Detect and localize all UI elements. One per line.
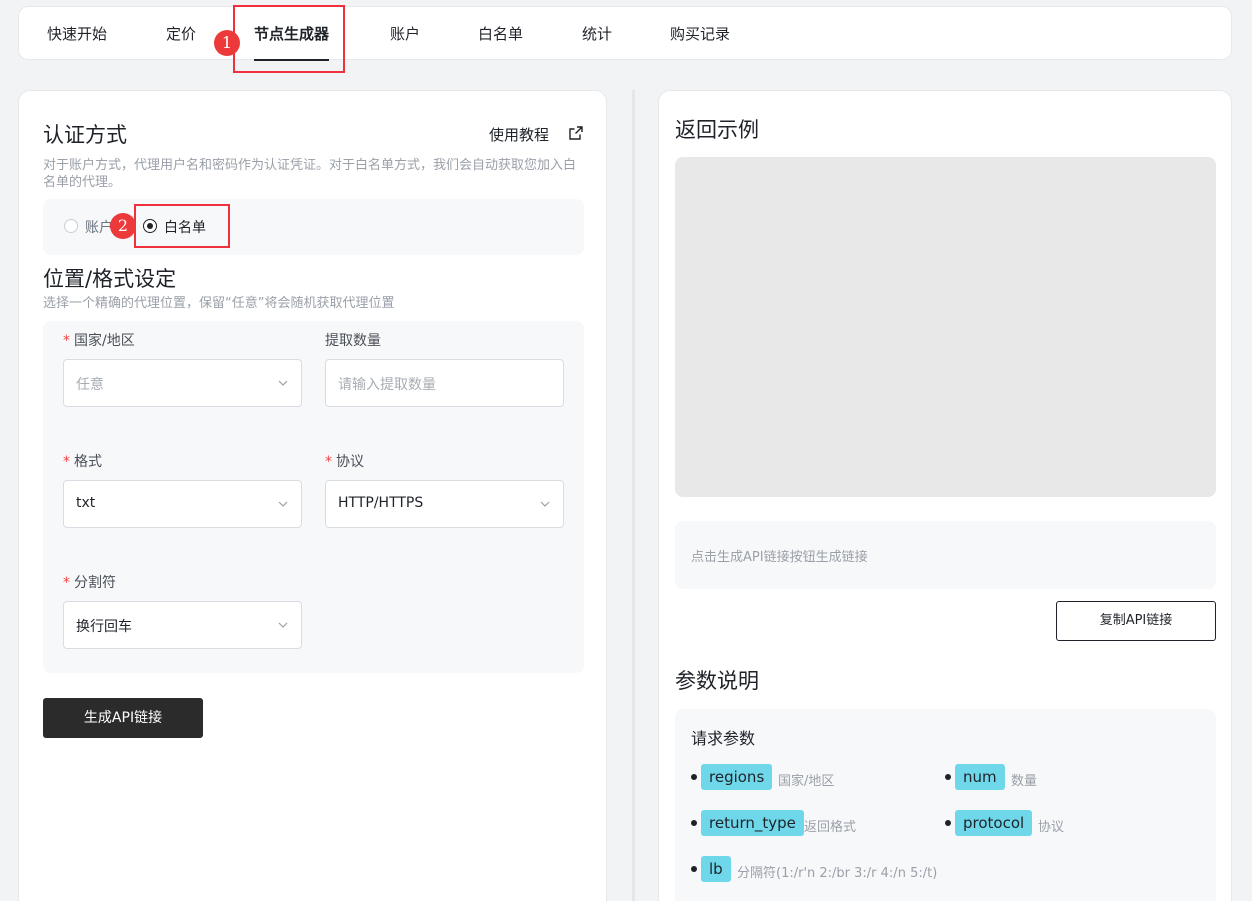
tutorial-link[interactable]: 使用教程	[489, 124, 549, 145]
tab-quick-start[interactable]: 快速开始	[47, 7, 107, 61]
column-divider[interactable]	[632, 90, 635, 901]
tab-pricing[interactable]: 定价	[166, 7, 196, 61]
param-desc: 国家/地区	[778, 774, 835, 789]
country-label-text: 国家/地区	[74, 333, 135, 349]
chevron-down-icon	[540, 501, 550, 507]
copy-api-link-button[interactable]: 复制API链接	[1056, 601, 1216, 641]
top-tab-bar: 快速开始 定价 节点生成器 账户 白名单 统计 购买记录	[18, 6, 1232, 61]
bullet-dot	[945, 820, 951, 826]
response-example-title: 返回示例	[675, 118, 759, 142]
tab-account[interactable]: 账户	[390, 7, 420, 61]
quantity-placeholder: 请输入提取数量	[338, 377, 436, 393]
param-desc: 协议	[1038, 820, 1065, 835]
country-select-value: 任意	[76, 377, 104, 393]
chevron-down-icon	[278, 501, 288, 507]
param-name: protocol	[955, 810, 1033, 836]
param-desc: 分隔符(1:/r'n 2:/br 3:/r 4:/n 5:/t)	[737, 866, 938, 881]
generate-api-link-button[interactable]: 生成API链接	[43, 698, 203, 738]
format-select-value: txt	[76, 495, 96, 511]
param-name: regions	[701, 764, 773, 790]
country-select[interactable]: 任意	[63, 359, 302, 407]
generator-form-card: 认证方式 使用教程 对于账户方式，代理用户名和密码作为认证凭证。对于白名单方式，…	[18, 90, 607, 901]
protocol-select-value: HTTP/HTTPS	[338, 495, 424, 511]
param-name: return_type	[701, 810, 804, 836]
request-params-subtitle: 请求参数	[691, 729, 756, 748]
external-link-icon[interactable]	[568, 125, 584, 141]
separator-select[interactable]: 换行回车	[63, 601, 302, 649]
protocol-select[interactable]: HTTP/HTTPS	[325, 480, 564, 528]
radio-account-label[interactable]: 账户	[85, 217, 113, 237]
response-example-area	[675, 157, 1216, 497]
request-params-box: 请求参数 regions 国家/地区 num 数量 return_type 返回…	[675, 709, 1216, 901]
protocol-label: * 协议	[325, 451, 364, 471]
separator-select-value: 换行回车	[76, 619, 132, 635]
quantity-input[interactable]: 请输入提取数量	[325, 359, 564, 407]
step-1-badge: 1	[214, 30, 240, 56]
protocol-label-text: 协议	[336, 454, 364, 470]
api-link-box: 点击生成API链接按钮生成链接	[675, 521, 1216, 589]
param-desc: 返回格式	[804, 820, 857, 835]
required-mark: *	[63, 454, 70, 470]
chevron-down-icon	[278, 380, 288, 386]
country-label: * 国家/地区	[63, 330, 135, 350]
bullet-dot	[691, 820, 697, 826]
auth-method-description: 对于账户方式，代理用户名和密码作为认证凭证。对于白名单方式，我们会自动获取您加入…	[43, 158, 577, 190]
separator-label-text: 分割符	[74, 575, 116, 591]
radio-account[interactable]	[64, 219, 78, 233]
required-mark: *	[63, 333, 70, 349]
tab-whitelist[interactable]: 白名单	[478, 7, 523, 61]
location-format-title: 位置/格式设定	[43, 267, 177, 291]
bullet-dot	[691, 774, 697, 780]
bullet-dot	[945, 774, 951, 780]
format-label: * 格式	[63, 451, 102, 471]
bullet-dot	[691, 866, 697, 872]
location-format-panel: * 国家/地区 任意 提取数量 请输入提取数量 * 格式 txt * 协议 HTTP/…	[43, 321, 584, 673]
result-card: 返回示例 点击生成API链接按钮生成链接 复制API链接 参数说明 请求参数 r…	[658, 90, 1232, 901]
tab-purchase-history[interactable]: 购买记录	[670, 7, 730, 61]
param-name: lb	[701, 856, 731, 882]
api-link-placeholder: 点击生成API链接按钮生成链接	[691, 550, 868, 565]
params-title: 参数说明	[675, 669, 759, 693]
step-2-badge: 2	[110, 213, 136, 239]
required-mark: *	[325, 454, 332, 470]
format-select[interactable]: txt	[63, 480, 302, 528]
chevron-down-icon	[278, 622, 288, 628]
tab-statistics[interactable]: 统计	[582, 7, 612, 61]
highlight-box-step2	[134, 204, 230, 248]
quantity-label: 提取数量	[325, 333, 381, 349]
location-format-description: 选择一个精确的代理位置，保留“任意”将会随机获取代理位置	[43, 296, 395, 311]
highlight-box-step1	[233, 5, 345, 73]
param-name: num	[955, 764, 1005, 790]
param-desc: 数量	[1011, 774, 1038, 789]
auth-method-title: 认证方式	[43, 123, 127, 147]
separator-label: * 分割符	[63, 572, 116, 592]
required-mark: *	[63, 575, 70, 591]
format-label-text: 格式	[74, 454, 102, 470]
